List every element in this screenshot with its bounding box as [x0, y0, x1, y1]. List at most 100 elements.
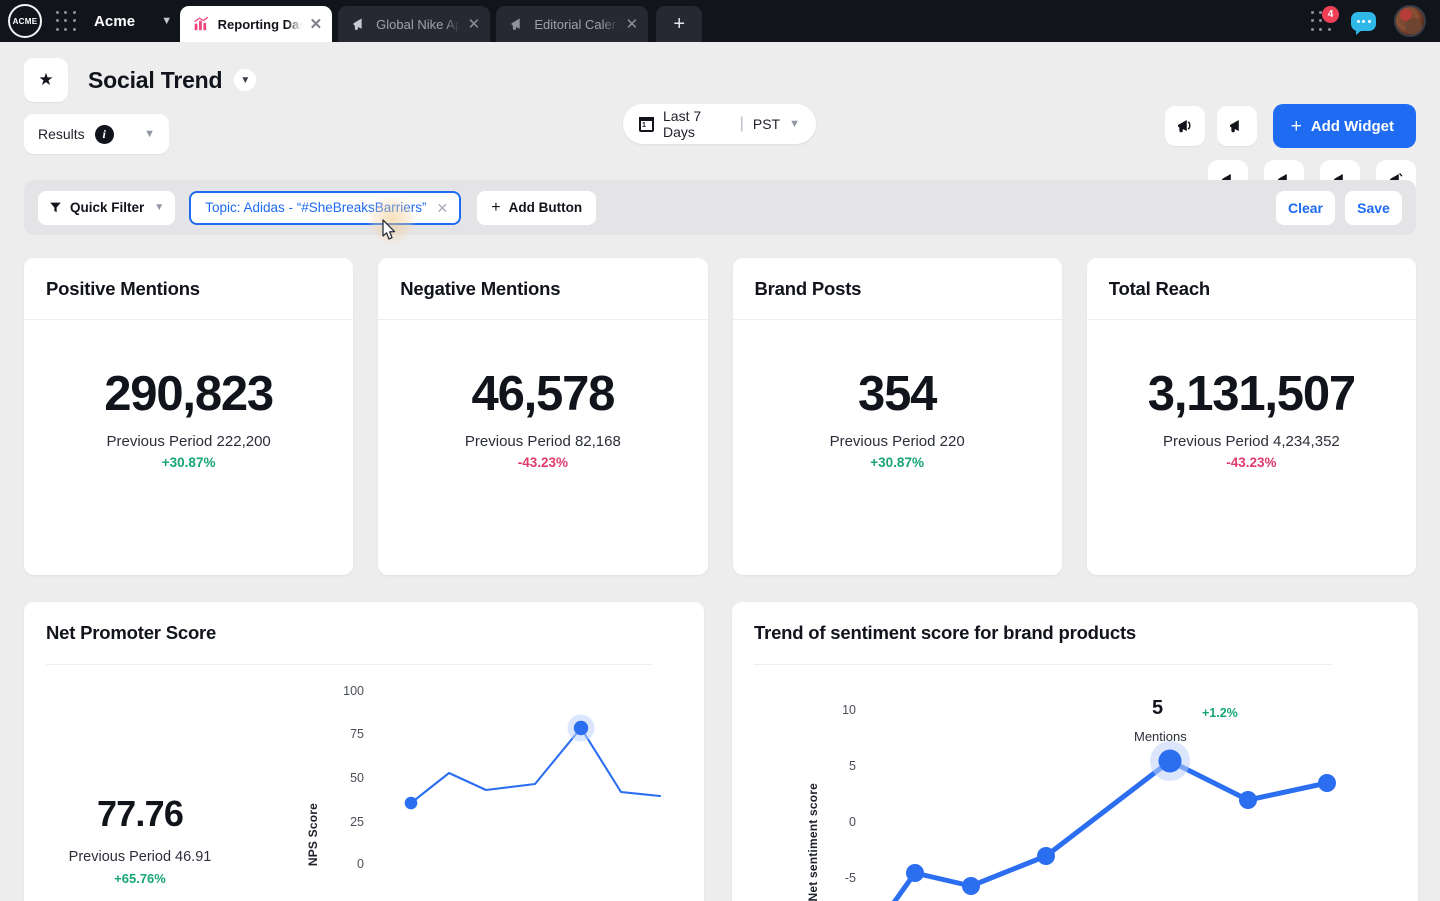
quick-filter-button[interactable]: Quick Filter ▼ [38, 190, 176, 225]
page-title-chevron-down-icon[interactable]: ▼ [234, 69, 257, 91]
kpi-card-total-reach[interactable]: Total Reach 3,131,507 Previous Period 4,… [1086, 258, 1416, 575]
plus-icon: + [1290, 115, 1302, 137]
sentiment-y-tick: 10 [842, 703, 856, 717]
kpi-delta: -43.23% [1226, 455, 1277, 471]
kpi-previous-period: Previous Period 222,200 [106, 433, 271, 451]
chevron-down-icon: ▼ [144, 128, 155, 140]
clear-filters-button[interactable]: Clear [1275, 190, 1335, 225]
timezone-label: PST [752, 116, 781, 132]
quick-filter-label: Quick Filter [70, 200, 145, 215]
browser-top-bar: ACME Acme ▼ Reporting Dash ✕ Global Nike… [0, 0, 1440, 42]
card-body: 354 Previous Period 220 +30.87% [733, 320, 1062, 575]
chart-card-sentiment-trend[interactable]: Trend of sentiment score for brand produ… [732, 602, 1418, 901]
results-dropdown[interactable]: Results i ▼ [24, 114, 169, 154]
card-title: Net Promoter Score [46, 622, 217, 643]
tab-close-icon[interactable]: ✕ [626, 17, 639, 32]
nps-line-chart[interactable] [372, 665, 672, 901]
chevron-down-icon: ▼ [789, 118, 800, 130]
tab-reporting-dashboard[interactable]: Reporting Dash ✕ [180, 6, 333, 42]
acme-logo-text: ACME [12, 16, 38, 26]
dashboard-header: ★ Social Trend ▼ Results i ▼ Last 7 Days… [0, 42, 1440, 200]
topbar-right-group: 4 [1309, 0, 1440, 42]
avatar[interactable] [1394, 5, 1426, 37]
sentiment-y-axis-title: Net sentiment score [806, 783, 820, 901]
megaphone-icon [353, 18, 362, 30]
notification-badge: 4 [1322, 6, 1339, 23]
sentiment-chart-body: Net sentiment score 10 5 0 -5 5 Mentions… [732, 665, 1418, 901]
kpi-previous-period: Previous Period 220 [829, 433, 965, 451]
card-title: Brand Posts [754, 277, 862, 299]
add-filter-button[interactable]: + Add Button [477, 190, 597, 225]
nps-delta: +65.76% [114, 871, 166, 886]
tab-close-icon[interactable]: ✕ [468, 17, 481, 32]
remove-topic-filter-icon[interactable]: ✕ [437, 201, 449, 215]
nps-y-tick: 50 [350, 771, 364, 785]
info-icon[interactable]: i [94, 124, 114, 144]
date-range-picker[interactable]: Last 7 Days | PST ▼ [623, 104, 816, 144]
save-filters-button[interactable]: Save [1345, 190, 1402, 225]
page-title: Social Trend [88, 66, 223, 93]
apps-grid-icon[interactable] [54, 9, 78, 33]
topic-filter-chip[interactable]: Topic: Adidas - “#SheBreaksBarriers” ✕ [189, 190, 462, 225]
tab-global-nike-app[interactable]: Global Nike App ✕ [338, 6, 491, 42]
tab-label: Editorial Calend [534, 16, 618, 32]
nps-chart-body: 77.76 Previous Period 46.91 +65.76% NPS … [24, 665, 704, 901]
kpi-delta: -43.23% [517, 455, 569, 471]
funnel-icon [50, 202, 61, 213]
nps-y-tick: 25 [350, 815, 364, 829]
new-tab-button[interactable]: + [656, 6, 703, 42]
notifications-grid-button[interactable]: 4 [1309, 6, 1339, 33]
kpi-card-positive-mentions[interactable]: Positive Mentions 290,823 Previous Perio… [24, 258, 354, 575]
kpi-value: 3,131,507 [1147, 366, 1356, 421]
sentiment-line-chart[interactable] [860, 665, 1350, 901]
tab-close-icon[interactable]: ✕ [310, 17, 323, 32]
add-widget-label: Add Widget [1310, 117, 1394, 135]
sentiment-y-tick: 0 [849, 815, 856, 829]
nps-previous-period: Previous Period 46.91 [68, 849, 212, 865]
nps-value: 77.76 [96, 793, 184, 834]
acme-logo-icon[interactable]: ACME [8, 4, 42, 38]
chart-card-row: Net Promoter Score 77.76 Previous Period… [24, 602, 1418, 901]
plus-icon: + [491, 198, 501, 216]
date-separator: | [739, 115, 744, 132]
sentiment-y-tick: -5 [844, 871, 856, 885]
card-header: Net Promoter Score [24, 602, 704, 664]
tab-strip: Reporting Dash ✕ Global Nike App ✕ Edito… [180, 0, 703, 42]
nps-y-tick: 75 [350, 727, 364, 741]
workspace-chevron-down-icon[interactable]: ▼ [161, 15, 172, 27]
card-header: Brand Posts [732, 258, 1062, 320]
favorite-star-button[interactable]: ★ [24, 58, 68, 102]
filter-bar: Quick Filter ▼ Topic: Adidas - “#SheBrea… [24, 180, 1416, 235]
date-range-label: Last 7 Days [663, 108, 702, 140]
card-header: Negative Mentions [378, 258, 708, 320]
megaphone-action-button-1[interactable] [1164, 106, 1205, 146]
add-button-label: Add Button [508, 200, 583, 215]
chart-card-net-promoter-score[interactable]: Net Promoter Score 77.76 Previous Period… [24, 602, 704, 901]
kpi-value: 46,578 [471, 366, 616, 421]
nps-y-tick: 0 [357, 857, 364, 871]
nps-y-tick: 100 [343, 684, 364, 698]
megaphone-icon [1178, 119, 1191, 132]
card-header: Positive Mentions [24, 258, 354, 320]
kpi-card-negative-mentions[interactable]: Negative Mentions 46,578 Previous Period… [378, 258, 708, 575]
card-title: Positive Mentions [46, 277, 200, 299]
dashboard-title-row: ★ Social Trend ▼ [24, 58, 1416, 102]
card-body: 46,578 Previous Period 82,168 -43.23% [378, 320, 707, 575]
results-label: Results [38, 126, 85, 142]
card-header: Trend of sentiment score for brand produ… [732, 602, 1418, 664]
kpi-delta: +30.87% [161, 455, 216, 471]
header-actions-row-1: + Add Widget [1164, 104, 1416, 148]
topic-filter-label: Topic: Adidas - “#SheBreaksBarriers” [205, 200, 427, 215]
workspace-name[interactable]: Acme [94, 13, 135, 30]
kpi-previous-period: Previous Period 4,234,352 [1162, 433, 1340, 451]
tab-label: Reporting Dash [217, 16, 302, 32]
megaphone-action-button-2[interactable] [1216, 106, 1257, 146]
megaphone-icon [511, 17, 520, 30]
kpi-card-brand-posts[interactable]: Brand Posts 354 Previous Period 220 +30.… [732, 258, 1062, 575]
kpi-value: 354 [858, 366, 937, 421]
kpi-card-row: Positive Mentions 290,823 Previous Perio… [24, 258, 1416, 575]
tab-editorial-calendar[interactable]: Editorial Calend ✕ [496, 6, 649, 42]
add-widget-button[interactable]: + Add Widget [1272, 104, 1416, 148]
card-body: 290,823 Previous Period 222,200 +30.87% [24, 320, 353, 575]
chat-bubble-icon[interactable] [1351, 11, 1376, 35]
